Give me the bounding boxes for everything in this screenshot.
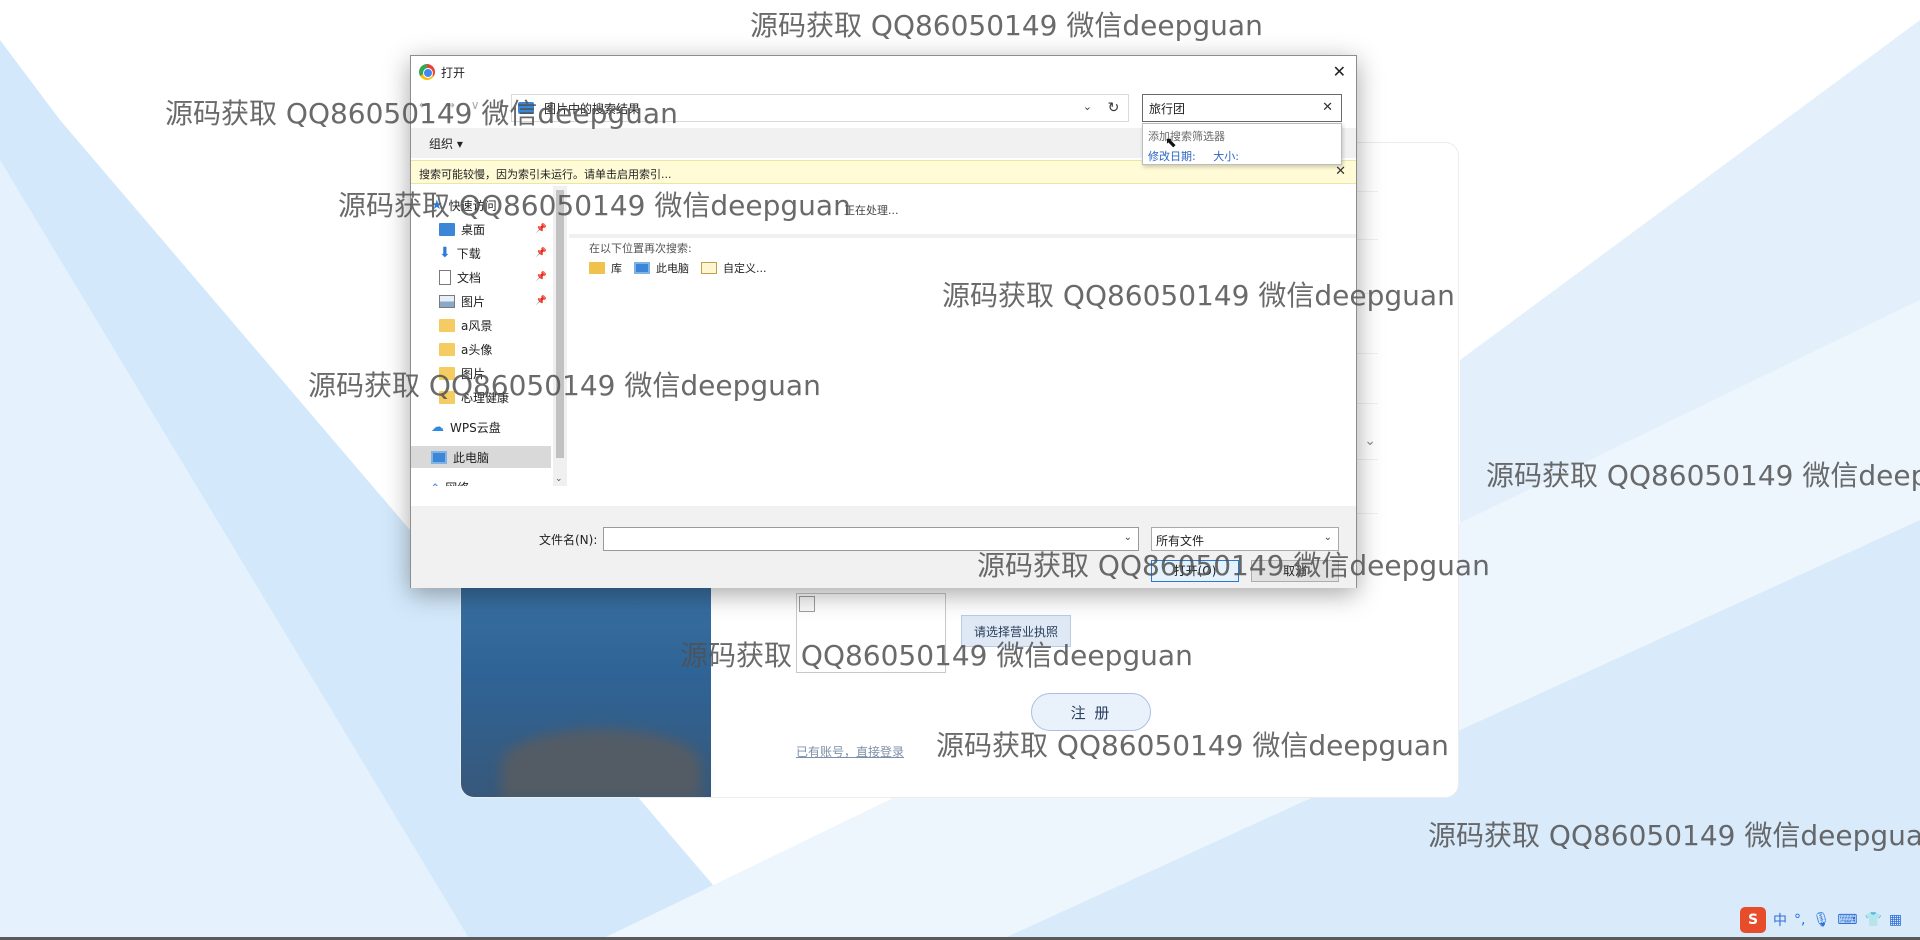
chevron-down-icon[interactable]: ⌄	[1324, 532, 1332, 543]
nav-item-pictures[interactable]: 图片 📌	[439, 290, 551, 312]
skin-icon[interactable]: 👕	[1864, 912, 1881, 928]
nav-item-label: 图片	[461, 294, 486, 309]
nav-item-folder-avatar[interactable]: a头像	[439, 338, 551, 360]
organize-menu[interactable]: 组织 ▾	[429, 137, 463, 151]
cloud-icon: ☁	[431, 419, 444, 435]
chrome-icon	[419, 64, 435, 80]
nav-item-downloads[interactable]: ⬇ 下载 📌	[439, 242, 551, 264]
file-open-dialog: 打开 ✕ ← → ∨ ↑ 图片中的搜索结果 ⌄ ↻ 旅行团 ✕ 组织 ▾ 搜索可…	[410, 55, 1357, 588]
watermark: 源码获取 QQ86050149 微信deepguan	[338, 189, 851, 222]
scrollbar-thumb[interactable]	[556, 190, 564, 458]
search-again-label: 在以下位置再次搜索:	[589, 242, 692, 255]
watermark: 源码获取 QQ86050149 微信deepguan	[942, 279, 1455, 312]
custom-location-icon	[701, 262, 717, 274]
nav-item-folder-scenery[interactable]: a风景	[439, 314, 551, 336]
download-icon: ⬇	[439, 245, 451, 261]
nav-item-this-pc[interactable]: 此电脑	[411, 446, 551, 468]
microphone-icon[interactable]: 🎙	[1812, 912, 1830, 928]
watermark: 源码获取 QQ86050149 微信deepguan	[1486, 459, 1920, 492]
filename-label: 文件名(N):	[539, 533, 598, 547]
broken-image-icon	[799, 596, 815, 612]
refresh-button[interactable]: ↻	[1099, 94, 1129, 122]
nav-scrollbar[interactable]: ⌄	[553, 186, 567, 486]
info-message[interactable]: 搜索可能较慢，因为索引未运行。请单击启用索引...	[419, 168, 672, 181]
file-list-pane: 正在处理... 在以下位置再次搜索: 库 此电脑 自定义...	[569, 186, 1356, 486]
dialog-title: 打开	[441, 65, 466, 80]
nav-item-label: a头像	[461, 342, 493, 357]
search-again-this-pc[interactable]: 此电脑	[634, 260, 689, 276]
location-label: 此电脑	[656, 262, 689, 275]
clear-search-icon[interactable]: ✕	[1322, 100, 1333, 115]
pin-icon: 📌	[535, 248, 547, 258]
watermark: 源码获取 QQ86050149 微信deepguan	[1428, 819, 1920, 852]
nav-item-label: WPS云盘	[450, 420, 501, 435]
nav-item-label: 网络	[445, 479, 469, 487]
search-input[interactable]: 旅行团 ✕	[1142, 94, 1342, 122]
search-again-library[interactable]: 库	[589, 260, 622, 276]
filter-date-link[interactable]: 修改日期:	[1148, 150, 1196, 163]
photo-rock	[501, 729, 701, 797]
toolbox-icon[interactable]: ▦	[1889, 912, 1902, 928]
watermark: 源码获取 QQ86050149 微信deepguan	[977, 549, 1490, 582]
mouse-cursor-icon: ⬉	[1165, 135, 1177, 151]
chevron-down-icon[interactable]: ⌄	[1083, 100, 1092, 113]
pin-icon: 📌	[535, 272, 547, 282]
nav-item-label: 下载	[456, 246, 481, 261]
watermark: 源码获取 QQ86050149 微信deepguan	[680, 639, 1193, 672]
navigation-pane: ★ 快速访问 桌面 📌 ⬇ 下载 📌 文档 📌 图片 📌 a风景 a头像 图片 …	[411, 186, 567, 486]
pin-icon: 📌	[535, 224, 547, 234]
dialog-titlebar[interactable]: 打开	[411, 56, 1356, 88]
login-link[interactable]: 已有账号，直接登录	[796, 743, 904, 760]
close-infobar-icon[interactable]: ✕	[1335, 164, 1346, 179]
close-icon[interactable]: ✕	[1333, 62, 1346, 81]
nav-item-documents[interactable]: 文档 📌	[439, 266, 551, 288]
refresh-icon: ↻	[1107, 100, 1120, 116]
ime-toolbar[interactable]: S 中 °, 🎙 ⌨ 👕 ▦	[1740, 906, 1902, 934]
scroll-down-icon[interactable]: ⌄	[555, 474, 563, 484]
nav-item-wps-cloud[interactable]: ☁ WPS云盘	[431, 416, 551, 438]
search-again-custom[interactable]: 自定义...	[701, 260, 767, 276]
filter-size-link[interactable]: 大小:	[1213, 150, 1239, 163]
watermark: 源码获取 QQ86050149 微信deepguan	[936, 729, 1449, 762]
search-value: 旅行团	[1149, 101, 1186, 116]
folder-icon	[439, 318, 455, 332]
punctuation-icon[interactable]: °,	[1794, 912, 1805, 928]
keyboard-icon[interactable]: ⌨	[1837, 912, 1857, 928]
watermark: 源码获取 QQ86050149 微信deepguan	[165, 97, 678, 130]
chevron-down-icon[interactable]: ⌄	[1124, 532, 1132, 543]
nav-item-label: 此电脑	[453, 450, 490, 465]
computer-icon	[431, 450, 447, 464]
select-chevron-icon[interactable]: ⌄	[1364, 433, 1376, 449]
processing-status: 正在处理...	[844, 204, 899, 217]
location-label: 库	[611, 262, 622, 275]
location-label: 自定义...	[723, 262, 767, 275]
library-icon	[589, 262, 605, 274]
nav-item-network[interactable]: ⌂ 网络	[431, 476, 551, 487]
computer-icon	[634, 262, 650, 274]
network-icon: ⌂	[431, 480, 439, 487]
document-icon	[439, 269, 451, 285]
content-divider	[569, 234, 1356, 238]
search-again-locations: 库 此电脑 自定义...	[589, 260, 767, 276]
nav-item-label: 文档	[457, 270, 482, 285]
sogou-logo-icon[interactable]: S	[1740, 907, 1766, 933]
nav-item-label: a风景	[461, 318, 493, 333]
ime-mode[interactable]: 中	[1773, 910, 1787, 930]
folder-icon	[439, 342, 455, 356]
watermark: 源码获取 QQ86050149 微信deepguan	[308, 369, 821, 402]
desktop-icon	[439, 222, 455, 236]
pin-icon: 📌	[535, 296, 547, 306]
watermark: 源码获取 QQ86050149 微信deepguan	[750, 9, 1263, 42]
picture-icon	[439, 294, 455, 308]
